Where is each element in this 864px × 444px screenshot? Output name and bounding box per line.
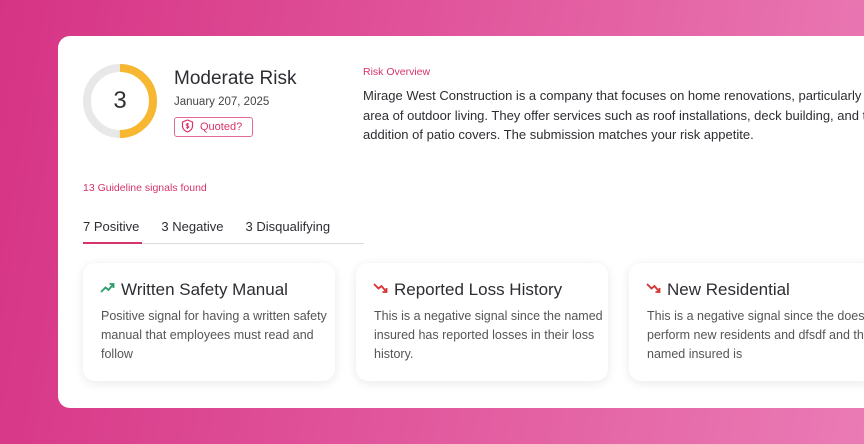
quoted-label: Quoted? — [200, 121, 243, 133]
signal-description: Positive signal for having a written saf… — [101, 309, 327, 361]
tab-negative[interactable]: 3 Negative — [161, 212, 223, 243]
signal-description: This is a negative signal since the name… — [374, 309, 603, 361]
trend-down-icon — [646, 281, 661, 299]
signal-card-header: Reported Loss History — [373, 280, 562, 300]
signal-card-new-residential[interactable]: New Residential This is a negative signa… — [629, 263, 864, 381]
quoted-button[interactable]: Quoted? — [174, 117, 254, 137]
tab-disqualifying[interactable]: 3 Disqualifying — [246, 212, 331, 243]
risk-card: 3 Moderate Risk January 207, 2025 Quoted… — [58, 36, 864, 408]
risk-date: January 207, 2025 — [174, 96, 270, 108]
signal-description: This is a negative signal since the does… — [647, 309, 864, 361]
shield-dollar-icon — [181, 118, 194, 136]
risk-overview-text: Mirage West Construction is a company th… — [363, 88, 864, 142]
signal-card-header: Written Safety Manual — [100, 280, 288, 300]
signals-count: 13 Guideline signals found — [83, 182, 207, 194]
risk-score-gauge: 3 — [82, 63, 158, 139]
signal-card-header: New Residential — [646, 280, 790, 300]
signal-title: Written Safety Manual — [121, 280, 288, 299]
signal-title: Reported Loss History — [394, 280, 563, 299]
signal-title: New Residential — [667, 280, 790, 299]
signal-card-loss-history[interactable]: Reported Loss History This is a negative… — [356, 263, 608, 381]
signal-card-safety-manual[interactable]: Written Safety Manual Positive signal fo… — [83, 263, 335, 381]
tab-positive[interactable]: 7 Positive — [83, 212, 143, 244]
trend-up-icon — [100, 281, 115, 299]
signal-tabs: 7 Positive 3 Negative 3 Disqualifying — [83, 212, 364, 244]
risk-overview-label: Risk Overview — [363, 66, 431, 78]
risk-level-title: Moderate Risk — [174, 68, 297, 89]
trend-down-icon — [373, 281, 388, 299]
risk-score-value: 3 — [113, 87, 127, 114]
